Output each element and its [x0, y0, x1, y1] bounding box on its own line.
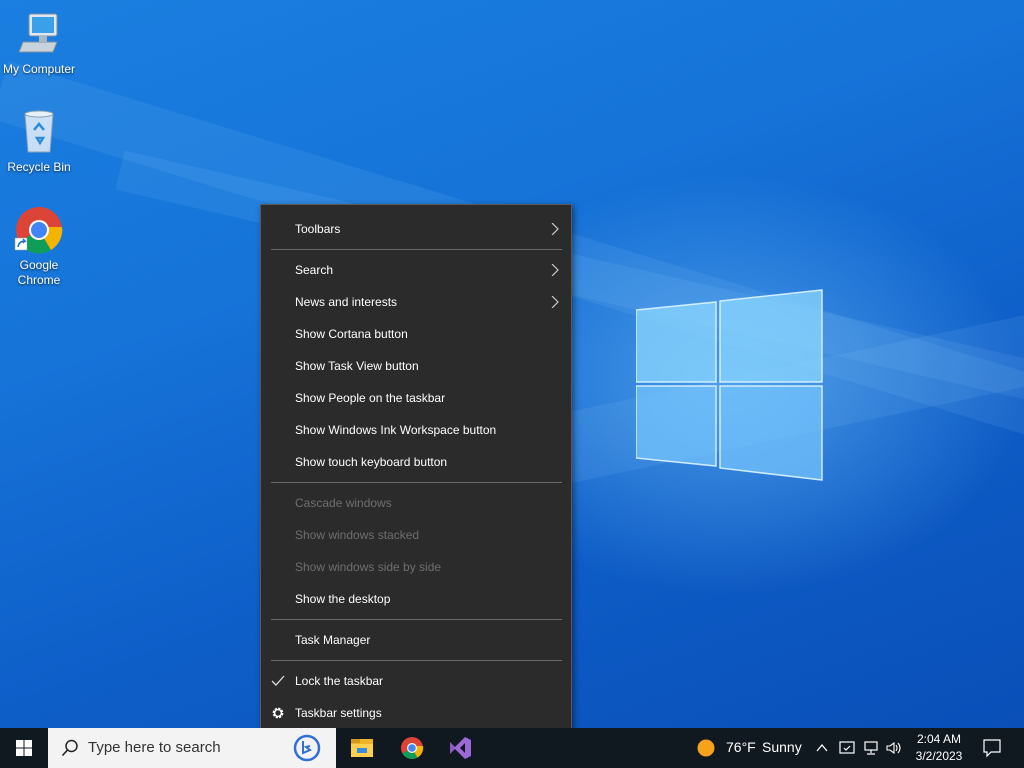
- chevron-right-icon: [551, 264, 559, 276]
- menu-item-label: Show Task View button: [295, 359, 419, 373]
- menu-item-label: Taskbar settings: [295, 706, 382, 720]
- menu-separator: [271, 482, 562, 483]
- search-icon: [61, 739, 78, 757]
- chevron-right-icon: [551, 223, 559, 235]
- chevron-up-icon[interactable]: [815, 741, 829, 755]
- taskbar-context-menu: Toolbars Search News and interests Show …: [260, 204, 572, 737]
- sun-weather-icon: [697, 739, 715, 757]
- menu-item-label: Show Windows Ink Workspace button: [295, 423, 497, 437]
- desktop-icon-recycle-bin[interactable]: Recycle Bin: [0, 106, 78, 175]
- menu-item-label: Show People on the taskbar: [295, 391, 446, 405]
- menu-item-label: Show windows stacked: [295, 528, 420, 542]
- chrome-icon: [401, 737, 424, 759]
- recycle-bin-icon: [13, 106, 65, 158]
- menu-separator: [271, 660, 562, 661]
- menu-item-cascade-windows: Cascade windows: [261, 487, 571, 519]
- desktop-icon-google-chrome[interactable]: Google Chrome: [0, 204, 78, 288]
- taskbar-app-file-explorer[interactable]: [338, 728, 386, 768]
- menu-item-show-windows-side-by-side: Show windows side by side: [261, 551, 571, 583]
- desktop-icon-label: Google Chrome: [17, 258, 61, 287]
- menu-separator: [271, 249, 562, 250]
- checkmark-icon: [271, 675, 285, 686]
- weather-condition[interactable]: Sunny: [762, 739, 802, 755]
- desktop-icon-my-computer[interactable]: My Computer: [0, 8, 78, 77]
- desktop-icon-label: Recycle Bin: [7, 160, 71, 174]
- menu-item-task-manager[interactable]: Task Manager: [261, 624, 571, 656]
- taskbar-search-box[interactable]: Type here to search: [48, 728, 336, 768]
- network-icon[interactable]: [862, 739, 880, 757]
- menu-item-show-people[interactable]: Show People on the taskbar: [261, 382, 571, 414]
- gear-icon: [272, 707, 284, 719]
- menu-item-toolbars[interactable]: Toolbars: [261, 213, 571, 245]
- taskbar-app-google-chrome[interactable]: [388, 728, 436, 768]
- menu-item-show-touch-keyboard[interactable]: Show touch keyboard button: [261, 446, 571, 478]
- menu-item-label: Toolbars: [295, 222, 341, 236]
- taskbar[interactable]: Type here to search 76°F Sunny 2:04 AM 3…: [0, 728, 1024, 768]
- menu-item-label: Show windows side by side: [295, 560, 442, 574]
- weather-temperature[interactable]: 76°F: [726, 739, 756, 755]
- menu-item-label: Lock the taskbar: [295, 674, 384, 688]
- security-icon[interactable]: [838, 739, 856, 757]
- taskbar-clock[interactable]: 2:04 AM 3/2/2023: [904, 731, 974, 765]
- clock-time: 2:04 AM: [916, 732, 962, 746]
- menu-item-label: News and interests: [295, 295, 398, 309]
- taskbar-app-visual-studio[interactable]: [436, 728, 484, 768]
- menu-item-label: Show the desktop: [295, 592, 391, 606]
- search-placeholder: Type here to search: [88, 739, 221, 756]
- menu-item-show-windows-ink[interactable]: Show Windows Ink Workspace button: [261, 414, 571, 446]
- menu-item-show-the-desktop[interactable]: Show the desktop: [261, 583, 571, 615]
- chevron-right-icon: [551, 296, 559, 308]
- bing-icon: [293, 734, 321, 762]
- desktop-icon-label: My Computer: [2, 62, 76, 76]
- menu-item-lock-the-taskbar[interactable]: Lock the taskbar: [261, 665, 571, 697]
- folder-icon: [351, 739, 373, 757]
- menu-item-search[interactable]: Search: [261, 254, 571, 286]
- menu-item-show-task-view-button[interactable]: Show Task View button: [261, 350, 571, 382]
- menu-item-label: Task Manager: [295, 633, 371, 647]
- menu-item-label: Show touch keyboard button: [295, 455, 448, 469]
- windows-start-icon: [16, 740, 32, 756]
- notification-center-icon[interactable]: [982, 738, 1002, 758]
- menu-item-label: Cascade windows: [295, 496, 392, 510]
- menu-item-taskbar-settings[interactable]: Taskbar settings: [261, 697, 571, 729]
- menu-item-label: Search: [295, 263, 334, 277]
- menu-item-show-windows-stacked: Show windows stacked: [261, 519, 571, 551]
- volume-icon[interactable]: [885, 739, 903, 757]
- computer-icon: [13, 8, 65, 60]
- visual-studio-icon: [450, 737, 471, 759]
- menu-item-news-and-interests[interactable]: News and interests: [261, 286, 571, 318]
- windows-wallpaper-logo: [636, 289, 823, 481]
- clock-date: 3/2/2023: [915, 749, 963, 763]
- menu-item-show-cortana-button[interactable]: Show Cortana button: [261, 318, 571, 350]
- start-button[interactable]: [0, 728, 48, 768]
- menu-separator: [271, 619, 562, 620]
- chrome-icon: [13, 204, 65, 256]
- menu-item-label: Show Cortana button: [295, 327, 408, 341]
